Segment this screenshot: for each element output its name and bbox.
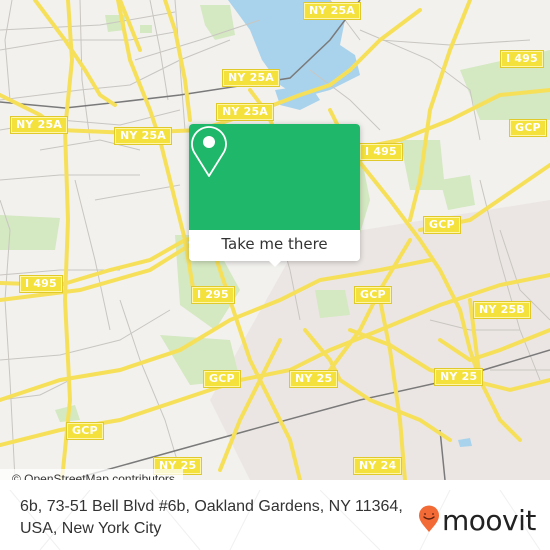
highway-shield: NY 25A — [215, 103, 275, 121]
map[interactable]: NY 25A NY 25A NY 25A NY 25A NY 25A I 495… — [0, 0, 550, 480]
highway-shield: NY 25 — [433, 368, 484, 386]
highway-shield: GCP — [423, 216, 461, 234]
address-text: 6b, 73-51 Bell Blvd #6b, Oakland Gardens… — [20, 498, 403, 537]
highway-shield: NY 25A — [302, 2, 362, 20]
location-popup: Take me there — [189, 124, 360, 267]
moovit-logo: moovit — [418, 505, 536, 537]
highway-shield: GCP — [203, 370, 241, 388]
highway-shield: NY 25A — [221, 69, 281, 87]
popup-pointer — [267, 259, 283, 267]
highway-shield: GCP — [354, 286, 392, 304]
highway-shield: NY 25A — [9, 116, 69, 134]
map-attribution[interactable]: © OpenStreetMap contributors — [0, 469, 183, 480]
highway-shield: NY 24 — [352, 457, 403, 475]
highway-shield: I 495 — [359, 143, 403, 161]
popup-header — [189, 124, 360, 230]
moovit-pin-icon — [418, 505, 440, 537]
take-me-there-button[interactable]: Take me there — [189, 230, 360, 261]
park — [200, 5, 235, 40]
moovit-logo-text: moovit — [442, 504, 536, 537]
highway-shield: I 295 — [191, 286, 235, 304]
park — [440, 175, 475, 210]
highway-shield: NY 25A — [113, 127, 173, 145]
highway-shield: NY 25 — [288, 370, 339, 388]
highway-shield: NY 25B — [473, 301, 531, 319]
park — [315, 290, 350, 318]
park — [140, 25, 152, 33]
highway-shield: I 495 — [500, 50, 544, 68]
highway-shield: GCP — [66, 422, 104, 440]
highway-shield: I 495 — [19, 275, 63, 293]
highway-shield: GCP — [509, 119, 547, 137]
